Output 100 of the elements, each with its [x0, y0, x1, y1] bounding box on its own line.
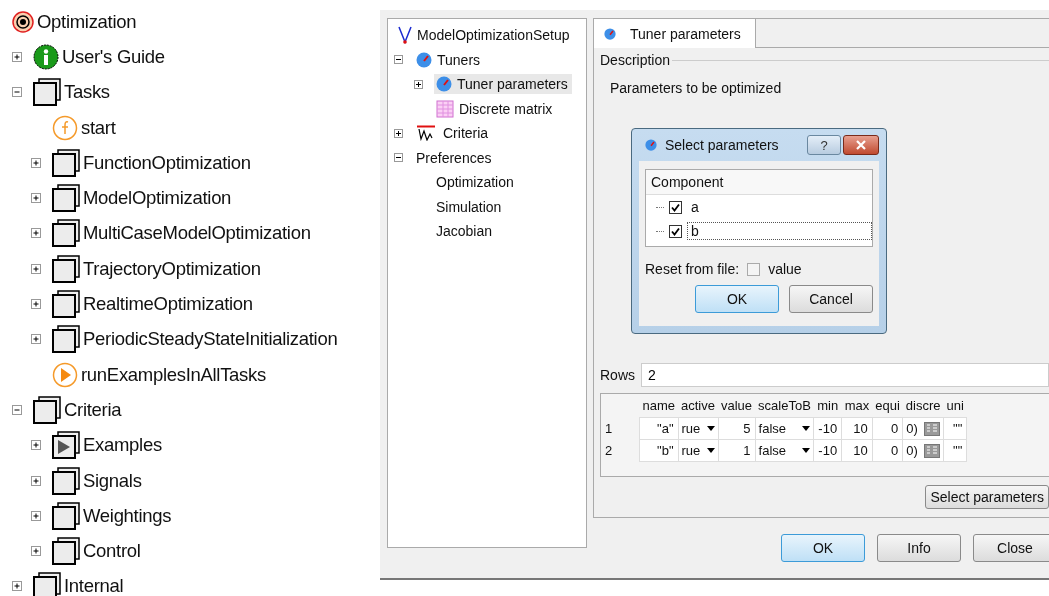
dialog-button[interactable]: OK [695, 285, 779, 313]
package-icon [52, 148, 80, 177]
package-icon [33, 78, 61, 107]
expander-icon[interactable] [31, 228, 41, 239]
package-icon [33, 572, 61, 596]
expander-icon[interactable] [31, 475, 41, 486]
target-icon [12, 10, 34, 33]
setup-tree-item[interactable]: Tuners [414, 49, 485, 70]
rows-label: Rows [600, 367, 635, 383]
setup-tree-item[interactable]: Criteria [414, 123, 493, 144]
description-text: Parameters to be optimized [609, 79, 783, 96]
expander-icon[interactable] [31, 510, 41, 521]
expander-icon[interactable] [31, 334, 41, 345]
setup-tree-item[interactable]: Preferences [414, 147, 496, 168]
table-cell: 0) [906, 443, 918, 458]
setup-tree-item[interactable]: ModelOptimizationSetup [396, 24, 574, 47]
reset-label: Reset from file: [645, 261, 740, 277]
package-icon [52, 501, 80, 530]
tree-item-label[interactable]: FunctionOptimization [83, 151, 251, 174]
table-cell: "a" [639, 417, 679, 440]
caret-icon [706, 448, 715, 453]
caret-icon [802, 426, 811, 431]
expander-icon[interactable] [12, 581, 22, 592]
setup-tree-item[interactable]: Jacobian [434, 221, 497, 242]
gauge-icon [436, 76, 452, 93]
tree-item-label[interactable]: Examples [83, 434, 162, 457]
gauge-icon [604, 27, 616, 40]
expander-icon[interactable] [394, 128, 403, 138]
expander-icon[interactable] [31, 299, 41, 309]
setup-tree-item[interactable]: Optimization [434, 172, 518, 193]
expander-icon[interactable] [31, 193, 41, 204]
package-icon [52, 537, 80, 566]
tree-item-label[interactable]: Control [83, 540, 141, 563]
tree-item-label[interactable]: TrajectoryOptimization [83, 257, 261, 280]
select-parameters-button[interactable]: Select parameters [925, 485, 1049, 509]
table-cell: 0 [872, 417, 903, 440]
tree-item-label[interactable]: MultiCaseModelOptimization [83, 222, 311, 245]
checkbox[interactable] [747, 262, 761, 276]
info-icon [33, 43, 59, 70]
gauge-icon [416, 51, 432, 68]
dialog-button[interactable]: Close [973, 534, 1049, 562]
table-cell: 0) [906, 421, 918, 436]
table-cell: -10 [813, 417, 842, 440]
column-header: Component [646, 170, 872, 195]
package-icon [52, 184, 80, 213]
function-icon [52, 114, 78, 141]
setup-tree-item[interactable]: Discrete matrix [434, 97, 557, 120]
table-cell: "b" [639, 439, 679, 462]
rows-field[interactable]: 2 [641, 363, 1049, 387]
close-icon [855, 140, 867, 150]
group-title: Description [600, 52, 671, 68]
dialog-button[interactable]: Info [877, 534, 961, 562]
gauge-icon [645, 139, 657, 151]
table-cell: "" [943, 417, 967, 440]
grid-button-icon[interactable] [923, 443, 940, 458]
expander-icon[interactable] [31, 440, 41, 451]
dialog-button[interactable]: OK [781, 534, 865, 562]
tree-item-label[interactable]: PeriodicSteadyStateInitialization [83, 328, 338, 351]
dialog-button[interactable]: Cancel [789, 285, 873, 313]
tree-item-label[interactable]: User's Guide [62, 45, 165, 68]
help-button[interactable]: ? [807, 135, 841, 155]
tab[interactable]: Tuner parameters [594, 19, 756, 48]
close-button[interactable] [843, 135, 879, 155]
tree-item-label[interactable]: ModelOptimization [83, 187, 232, 210]
caret-icon [802, 448, 811, 453]
tree-item-label[interactable]: Optimization [37, 10, 137, 33]
checkbox[interactable] [669, 200, 682, 214]
v-curve-icon [398, 26, 412, 45]
expander-icon[interactable] [31, 263, 41, 274]
grid-button-icon[interactable] [923, 421, 940, 436]
expander-icon[interactable] [394, 153, 403, 163]
package-icon [52, 466, 80, 495]
expander-icon[interactable] [394, 55, 403, 65]
expander-icon[interactable] [12, 51, 22, 62]
tree-item-label[interactable]: Signals [83, 469, 142, 492]
matrix-icon [436, 99, 454, 118]
package-icon [52, 254, 80, 283]
play-icon [52, 361, 78, 388]
signal-icon [416, 125, 438, 142]
tree-item-label[interactable]: RealtimeOptimization [83, 293, 253, 315]
tree-item-label[interactable]: Tasks [64, 81, 110, 104]
setup-tree-item[interactable]: Simulation [434, 196, 506, 217]
setup-tree-item[interactable]: Tuner parameters [434, 74, 572, 95]
tree-item-label[interactable]: Internal [64, 575, 124, 596]
caret-icon [706, 426, 715, 431]
dialog-title: Select parameters [665, 137, 780, 153]
component-label[interactable]: b [687, 222, 872, 240]
expander-icon[interactable] [414, 79, 423, 89]
tree-item-label[interactable]: start [81, 116, 116, 139]
tree-item-label[interactable]: runExamplesInAllTasks [81, 363, 266, 386]
checkbox[interactable] [669, 224, 682, 238]
component-label[interactable]: a [687, 198, 872, 216]
checkbox-label: value [768, 261, 802, 277]
expander-icon[interactable] [31, 157, 41, 168]
package-icon [33, 395, 61, 424]
package-icon [52, 219, 80, 248]
tree-item-label[interactable]: Weightings [83, 504, 172, 527]
package-icon [52, 325, 80, 354]
tree-item-label[interactable]: Criteria [64, 398, 122, 421]
expander-icon[interactable] [31, 546, 41, 557]
